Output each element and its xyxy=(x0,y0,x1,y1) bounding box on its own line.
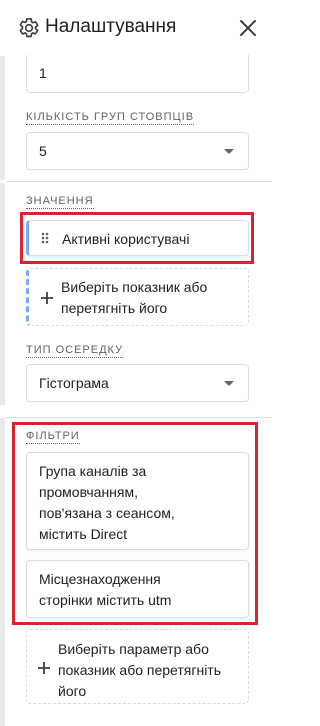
drag-handle-icon[interactable] xyxy=(41,232,49,244)
section-rule xyxy=(0,418,5,726)
plus-icon xyxy=(38,662,50,674)
column-groups-select[interactable]: 5 xyxy=(26,132,249,170)
panel-title: Налаштування xyxy=(45,16,177,37)
section-divider xyxy=(5,417,272,418)
filter-dropzone-line-1: Виберіть параметр або xyxy=(58,641,209,657)
values-label: Значення xyxy=(26,195,94,209)
column-groups-label: Кількість груп стовпців xyxy=(26,111,195,125)
section-divider xyxy=(5,181,272,182)
filter-dropzone[interactable]: Виберіть параметр або показник або перет… xyxy=(26,629,249,704)
chevron-down-icon xyxy=(224,381,234,386)
active-users-chip[interactable]: Активні користувачі xyxy=(26,220,249,256)
filter-1-line-2: промовчанням, xyxy=(39,484,139,500)
plus-icon xyxy=(41,292,53,304)
chevron-down-icon xyxy=(224,149,234,154)
filter-channel-group[interactable]: Група каналів за промовчанням, пов'язана… xyxy=(26,452,249,550)
filter-dropzone-line-3: його xyxy=(58,683,87,699)
metric-dropzone-line-1: Виберіть показник або xyxy=(61,279,208,295)
metric-dropzone[interactable]: Виберіть показник або перетягніть його xyxy=(26,268,249,326)
column-groups-value: 5 xyxy=(39,143,47,159)
filter-1-line-3: пов'язана з сеансом, xyxy=(39,505,175,521)
filter-page-location[interactable]: Місцезнаходження сторінки містить utm xyxy=(26,560,249,618)
section-rule xyxy=(0,183,5,405)
filter-1-line-4: містить Direct xyxy=(39,526,128,542)
metric-dropzone-line-2: перетягніть його xyxy=(61,300,168,316)
filter-dropzone-line-2: показник або перетягніть xyxy=(58,662,222,678)
cell-type-label: Тип осередку xyxy=(26,344,124,358)
settings-header: Налаштування xyxy=(0,0,272,56)
cell-type-select[interactable]: Гістограма xyxy=(26,364,249,402)
number-input[interactable]: 1 xyxy=(26,55,249,93)
filter-1-line-1: Група каналів за xyxy=(39,463,147,479)
section-rule xyxy=(0,56,5,180)
filter-2-line-2: сторінки містить utm xyxy=(39,592,172,608)
gear-icon xyxy=(19,18,39,38)
number-input-value: 1 xyxy=(39,65,47,81)
close-icon[interactable] xyxy=(238,18,258,38)
cell-type-value: Гістограма xyxy=(39,375,109,391)
filters-label: Фільтри xyxy=(26,430,80,444)
filter-2-line-1: Місцезнаходження xyxy=(39,571,161,587)
active-users-label: Активні користувачі xyxy=(62,231,190,247)
